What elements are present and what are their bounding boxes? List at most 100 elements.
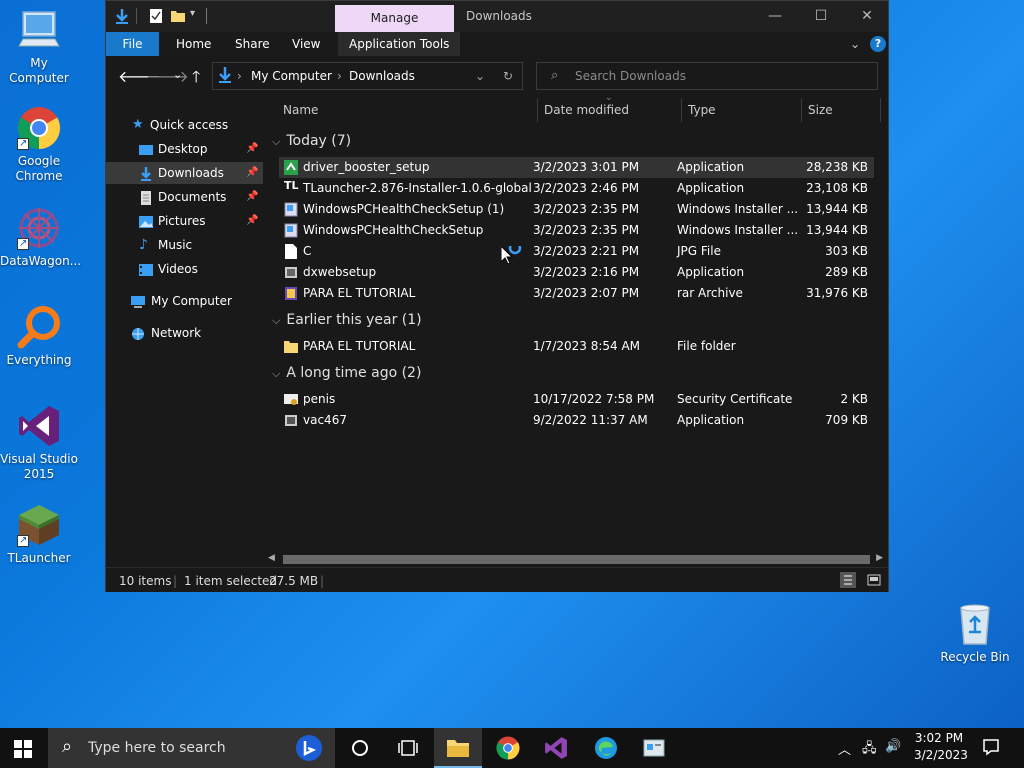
windows-start-icon[interactable] (14, 740, 32, 761)
scrollbar-thumb[interactable] (283, 555, 870, 564)
breadcrumb-my-computer[interactable]: My Computer (251, 69, 332, 83)
file-row[interactable]: dxwebsetup 3/2/2023 2:16 PM Application … (279, 262, 874, 283)
cortana-circle-icon[interactable] (348, 736, 372, 760)
desktop-icon-google-chrome[interactable]: Google Chrome (0, 106, 78, 184)
column-divider[interactable] (681, 98, 682, 122)
details-view-icon[interactable] (840, 572, 856, 588)
maximize-button[interactable]: ☐ (798, 1, 844, 32)
close-button[interactable]: ✕ (844, 1, 890, 32)
tab-file[interactable]: File (106, 32, 159, 56)
nav-documents[interactable]: Documents 📌 (106, 186, 263, 208)
column-header-type[interactable]: Type (688, 103, 716, 117)
desktop-icon-datawagon[interactable]: DataWagon... (0, 206, 82, 269)
nav-network[interactable]: Network (106, 322, 263, 344)
group-header-a-long-time-ago[interactable]: ⌵ A long time ago (2) (272, 365, 421, 381)
taskbar-chrome-icon[interactable] (496, 736, 520, 760)
nav-music[interactable]: ♪ Music (106, 234, 263, 256)
bing-icon[interactable] (296, 735, 322, 761)
refresh-icon[interactable]: ↻ (503, 69, 513, 83)
file-row[interactable]: vac467 9/2/2022 11:37 AM Application 709… (279, 410, 874, 431)
tab-application-tools[interactable]: Application Tools (338, 32, 461, 56)
task-view-icon[interactable] (396, 736, 420, 760)
large-icons-view-icon[interactable] (866, 572, 882, 588)
taskbar-search-box[interactable]: ⌕ Type here to search (48, 728, 335, 768)
search-input[interactable] (575, 67, 865, 85)
tab-view[interactable]: View (292, 32, 320, 56)
address-bar[interactable]: › My Computer › Downloads ⌄ ↻ (212, 62, 523, 90)
column-divider[interactable] (880, 98, 881, 122)
file-row[interactable]: C 3/2/2023 2:21 PM JPG File 303 KB (279, 241, 874, 262)
taskbar-clock[interactable]: 3:02 PM 3/2/2023 (914, 731, 968, 762)
forward-arrow-icon[interactable]: 🡒 (146, 66, 189, 86)
taskbar-search-placeholder: Type here to search (88, 740, 226, 756)
star-icon: ★ (132, 117, 144, 132)
desktop-icon-my-computer[interactable]: My Computer (0, 8, 78, 86)
nav-label: Network (151, 326, 202, 340)
show-hidden-icons-chevron-icon[interactable]: ︿ (838, 739, 851, 758)
scroll-right-arrow-icon[interactable]: ▶ (876, 553, 883, 563)
taskbar-visual-studio-icon[interactable] (544, 736, 568, 760)
recent-locations-chevron-icon[interactable]: ⌄ (173, 68, 182, 81)
visual-studio-icon (17, 404, 61, 448)
column-divider[interactable] (537, 98, 538, 122)
title-bar[interactable]: ▾ Manage Downloads — ☐ ✕ (106, 1, 888, 32)
qat-dropdown-icon[interactable]: ▾ (190, 8, 206, 24)
nav-quick-access[interactable]: ★ Quick access (106, 114, 263, 136)
minimize-button[interactable]: — (752, 1, 798, 32)
pin-icon[interactable]: 📌 (246, 162, 258, 184)
file-row[interactable]: WindowsPCHealthCheckSetup (1) 3/2/2023 2… (279, 199, 874, 220)
group-header-earlier-this-year[interactable]: ⌵ Earlier this year (1) (272, 312, 422, 328)
group-header-today[interactable]: ⌵ Today (7) (272, 133, 351, 149)
file-row[interactable]: PARA EL TUTORIAL 3/2/2023 2:07 PM rar Ar… (279, 283, 874, 304)
download-arrow-icon[interactable] (114, 8, 130, 24)
nav-pictures[interactable]: Pictures 📌 (106, 210, 263, 232)
nav-videos[interactable]: Videos (106, 258, 263, 280)
nav-desktop[interactable]: Desktop 📌 (106, 138, 263, 160)
desktop-icon-label: DataWagon... (0, 254, 82, 268)
nav-label: Quick access (150, 118, 229, 132)
column-header-name[interactable]: Name (283, 103, 318, 117)
file-row[interactable]: PARA EL TUTORIAL 1/7/2023 8:54 AM File f… (279, 336, 874, 357)
file-row[interactable]: WindowsPCHealthCheckSetup 3/2/2023 2:35 … (279, 220, 874, 241)
taskbar-file-explorer-button[interactable] (434, 728, 482, 768)
desktop-icon-label: My Computer (9, 56, 69, 85)
desktop-icon-everything[interactable]: Everything (0, 305, 78, 368)
taskbar-edge-icon[interactable] (594, 736, 618, 760)
directx-setup-icon (284, 265, 298, 280)
nav-downloads[interactable]: Downloads 📌 (106, 162, 263, 184)
new-folder-icon[interactable] (170, 8, 186, 24)
network-status-icon[interactable]: 🖧 (862, 739, 877, 761)
column-header-date[interactable]: Date modified (544, 103, 629, 117)
properties-icon[interactable] (148, 8, 164, 24)
pin-icon[interactable]: 📌 (246, 138, 258, 160)
desktop-icon-tlauncher[interactable]: TLauncher (0, 503, 78, 566)
expand-ribbon-chevron-icon[interactable]: ⌄ (850, 32, 860, 56)
tab-share[interactable]: Share (235, 32, 270, 56)
desktop-icon-recycle-bin[interactable]: Recycle Bin (936, 602, 1014, 665)
tab-home[interactable]: Home (176, 32, 211, 56)
volume-icon[interactable]: 🔊 (885, 739, 901, 754)
breadcrumb-downloads[interactable]: Downloads (349, 69, 415, 83)
file-date: 3/2/2023 2:46 PM (533, 181, 640, 195)
file-type: Application (677, 181, 745, 195)
column-divider[interactable] (801, 98, 802, 122)
column-header-size[interactable]: Size (808, 103, 833, 117)
up-arrow-icon[interactable]: 🡑 (192, 66, 200, 93)
file-row[interactable]: TL TLauncher-2.876-Installer-1.0.6-globa… (279, 178, 874, 199)
horizontal-scrollbar[interactable]: ◀ ▶ (263, 552, 888, 566)
file-row[interactable]: driver_booster_setup 3/2/2023 3:01 PM Ap… (279, 157, 874, 178)
pin-icon[interactable]: 📌 (246, 210, 258, 232)
nav-my-computer[interactable]: My Computer (106, 290, 263, 312)
scroll-left-arrow-icon[interactable]: ◀ (268, 553, 275, 563)
file-size: 13,944 KB (806, 223, 868, 237)
help-icon[interactable]: ? (870, 36, 886, 52)
file-row[interactable]: penis 10/17/2022 7:58 PM Security Certif… (279, 389, 874, 410)
manage-tab[interactable]: Manage (335, 5, 454, 32)
action-center-notification-icon[interactable] (982, 738, 1000, 759)
collapse-chevron-icon: ⌵ (272, 367, 281, 380)
taskbar-control-panel-icon[interactable] (642, 736, 666, 760)
address-dropdown-chevron-icon[interactable]: ⌄ (475, 69, 485, 83)
pin-icon[interactable]: 📌 (246, 186, 258, 208)
desktop-icon-visual-studio[interactable]: Visual Studio 2015 (0, 404, 78, 482)
search-box[interactable]: ⌕ (536, 62, 878, 90)
